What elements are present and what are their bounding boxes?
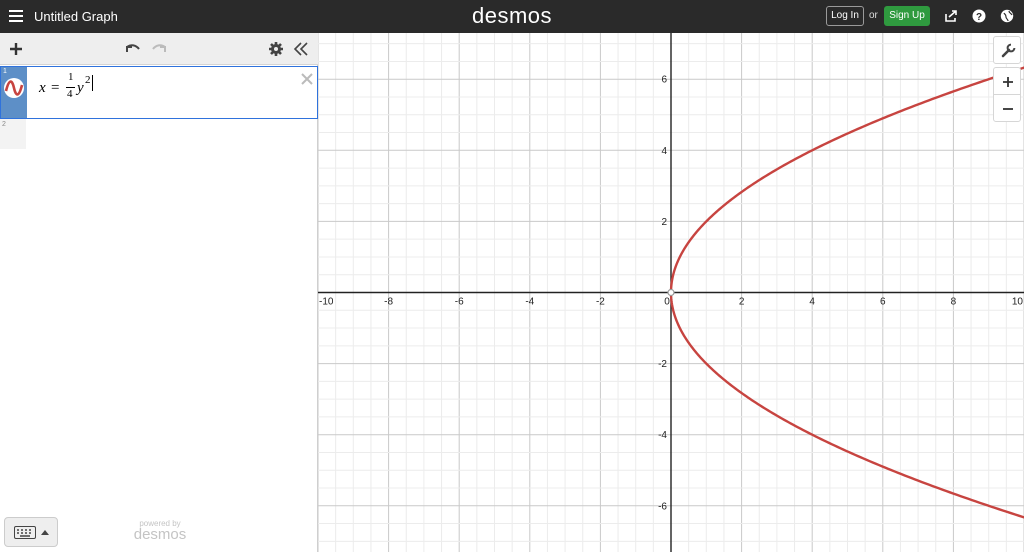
expression-row-1[interactable]: 1 x = 1 4 y 2 <box>0 66 318 119</box>
x-tick-label: -2 <box>596 297 605 308</box>
help-icon[interactable]: ? <box>972 9 986 23</box>
x-tick-label: 4 <box>809 297 815 308</box>
powered-by-desmos: powered by desmos <box>120 519 200 543</box>
collapse-chevrons-icon[interactable] <box>292 40 310 58</box>
language-globe-icon[interactable] <box>1000 9 1014 23</box>
keyboard-icon <box>14 526 36 539</box>
redo-icon[interactable] <box>150 40 168 58</box>
graph-settings-button[interactable] <box>993 36 1021 64</box>
powered-by-logo: desmos <box>133 526 187 543</box>
wrench-icon <box>1001 43 1016 58</box>
y-tick-label: 4 <box>661 146 667 157</box>
zoom-in-icon <box>1003 77 1013 87</box>
graph-plot[interactable]: -10 -8 -6 -4 -2 0 2 4 6 8 10 6 4 2 -2 -4 -6 <box>318 33 1024 552</box>
add-icon[interactable] <box>7 40 25 58</box>
zoom-in-button[interactable] <box>993 67 1021 95</box>
x-tick-label: 10 <box>1012 297 1024 308</box>
delete-expression-icon[interactable] <box>299 71 315 87</box>
x-tick-label: -8 <box>384 297 393 308</box>
expression-gutter: 1 <box>1 67 27 118</box>
fraction-denominator: 4 <box>67 88 73 100</box>
x-tick-label: -4 <box>525 297 534 308</box>
x-tick-label: 0 <box>664 297 670 308</box>
vertex-point <box>667 288 675 297</box>
settings-gear-icon[interactable] <box>267 40 285 58</box>
exponent: 2 <box>85 74 91 86</box>
signup-button[interactable]: Sign Up <box>884 6 930 26</box>
svg-text:?: ? <box>976 12 982 23</box>
graph-canvas[interactable]: -10 -8 -6 -4 -2 0 2 4 6 8 10 6 4 2 -2 -4 -6 <box>318 33 1024 552</box>
x-tick-label: -6 <box>455 297 464 308</box>
y-tick-label: 2 <box>661 217 667 228</box>
expression-gutter: 2 <box>0 119 26 149</box>
y-tick-label: -2 <box>658 359 667 370</box>
expression-row-2[interactable]: 2 <box>0 119 318 149</box>
login-button[interactable]: Log In <box>826 6 864 26</box>
undo-icon[interactable] <box>124 40 142 58</box>
x-tick-label: -10 <box>319 297 334 308</box>
y-tick-label: -4 <box>658 430 667 441</box>
x-tick-label: 6 <box>880 297 886 308</box>
y-tick-label: -6 <box>658 501 667 512</box>
or-label: or <box>869 10 878 21</box>
caret-up-icon <box>41 530 49 535</box>
lhs-variable: x <box>39 80 46 96</box>
expression-input[interactable]: x = 1 4 y 2 <box>39 71 159 107</box>
x-tick-label: 2 <box>739 297 745 308</box>
expression-toolbar <box>0 33 318 65</box>
graph-style-icon[interactable] <box>3 77 25 99</box>
rhs-variable: y <box>77 80 84 96</box>
fraction-numerator: 1 <box>68 71 74 83</box>
zoom-out-icon <box>1003 108 1013 110</box>
equals-sign: = <box>51 80 60 96</box>
y-tick-label: 6 <box>661 75 667 86</box>
top-bar: Untitled Graph desmos Log In or Sign Up … <box>0 0 1024 33</box>
share-icon[interactable] <box>944 9 958 23</box>
expression-list-panel: 1 x = 1 4 y 2 2 powered by desmos <box>0 33 318 552</box>
expression-index: 2 <box>2 121 6 128</box>
expression-index: 1 <box>3 68 7 75</box>
text-cursor <box>92 75 93 91</box>
keyboard-toggle-button[interactable] <box>4 517 58 547</box>
x-tick-label: 8 <box>951 297 957 308</box>
zoom-out-button[interactable] <box>993 94 1021 122</box>
